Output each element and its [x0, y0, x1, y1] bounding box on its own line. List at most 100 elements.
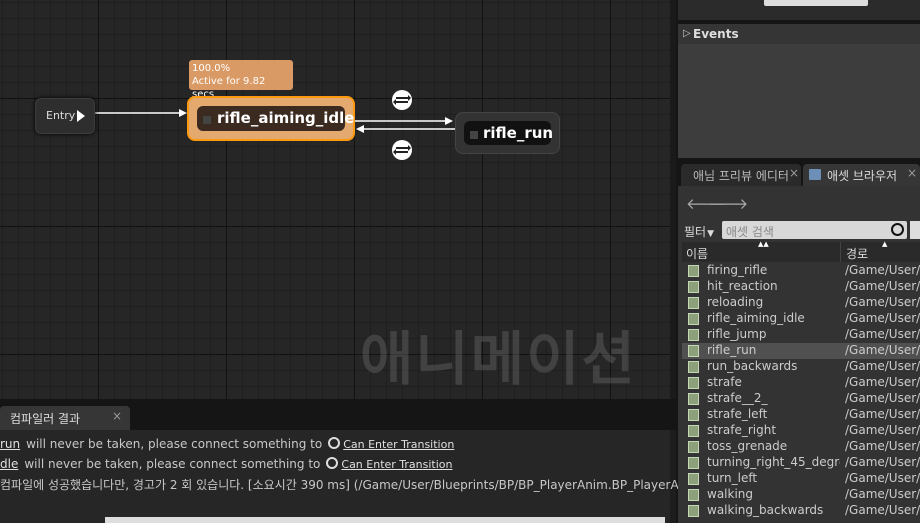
asset-name: strafe: [707, 375, 742, 389]
state-icon: [203, 116, 211, 124]
chevron-down-icon: ▼: [707, 229, 715, 239]
state-name: rifle_run: [483, 124, 554, 142]
animation-sequence-icon: [688, 409, 699, 421]
compiler-results-panel: 컴파일러 결과 × run will never be taken, please…: [0, 400, 706, 523]
asset-row[interactable]: turning_right_45_degrees/Game/User/B: [682, 455, 920, 471]
asset-path: /Game/User/B: [845, 439, 920, 453]
search-icon: [891, 223, 904, 236]
close-icon[interactable]: ×: [112, 409, 122, 423]
log-line: dle will never be taken, please connect s…: [0, 456, 453, 474]
asset-path: /Game/User/B: [845, 423, 920, 437]
expand-arrow-icon: ▷: [683, 28, 691, 39]
asset-path: /Game/User/B: [845, 295, 920, 309]
asset-search-input[interactable]: 애셋 검색: [722, 221, 907, 239]
tab-asset-browser[interactable]: 애셋 브라우저 ×: [803, 164, 920, 186]
asset-name: firing_rifle: [707, 263, 768, 277]
asset-name: strafe_right: [707, 423, 777, 437]
log-message: will never be taken, please connect some…: [26, 437, 323, 451]
asset-row[interactable]: reloading/Game/User/B: [682, 295, 920, 311]
anim-graph-canvas[interactable]: 애니메이션 Entry 100.0% Active for 9.82 secs …: [0, 0, 670, 399]
close-icon[interactable]: ×: [907, 166, 917, 180]
column-divider[interactable]: [840, 242, 841, 262]
state-node-rifle-run[interactable]: rifle_run: [455, 112, 560, 154]
animation-sequence-icon: [688, 441, 699, 453]
asset-row[interactable]: strafe/Game/User/B: [682, 375, 920, 391]
asset-path: /Game/User/B: [845, 263, 920, 277]
compiler-tab-bar: 컴파일러 결과 ×: [0, 400, 676, 430]
asset-row[interactable]: hit_reaction/Game/User/B: [682, 279, 920, 295]
state-node-body: rifle_run: [464, 121, 554, 145]
column-header-name[interactable]: 이름: [686, 245, 708, 262]
entry-wire-arrowhead: [179, 109, 187, 117]
asset-name: strafe_left: [707, 407, 768, 421]
asset-name: toss_grenade: [707, 439, 788, 453]
bidirectional-arrows-icon: [393, 91, 411, 109]
entry-output-pin-icon[interactable]: [77, 110, 85, 122]
column-header-path[interactable]: 경로: [846, 245, 868, 262]
user-filter-button[interactable]: [910, 221, 920, 239]
animation-sequence-icon: [688, 489, 699, 501]
asset-row[interactable]: strafe__2_ /Game/User/B: [682, 391, 920, 407]
can-enter-transition-link[interactable]: Can Enter Transition: [343, 438, 454, 451]
asset-row[interactable]: rifle_run/Game/User/B: [682, 343, 920, 359]
asset-row[interactable]: strafe_right/Game/User/B: [682, 423, 920, 439]
events-label: Events: [693, 27, 739, 41]
asset-path: /Game/User/B: [845, 455, 920, 469]
asset-row[interactable]: firing_rifle/Game/User/B: [682, 263, 920, 279]
asset-list: firing_rifle/Game/User/Bhit_reaction/Gam…: [682, 263, 920, 519]
asset-name: strafe__2_: [707, 391, 768, 405]
log-message: will never be taken, please connect some…: [24, 457, 321, 471]
asset-column-header: ▲▲ 이름 ▲ 경로: [682, 240, 920, 262]
events-section-header[interactable]: ▷ Events: [678, 24, 920, 44]
asset-row[interactable]: walking/Game/User/B: [682, 487, 920, 503]
state-node-rifle-aiming-idle[interactable]: rifle_aiming_idle: [187, 96, 355, 141]
asset-row[interactable]: toss_grenade/Game/User/B: [682, 439, 920, 455]
asset-name: walking: [707, 487, 754, 501]
asset-browser-icon: [809, 169, 821, 180]
transition-rule-icon[interactable]: [392, 90, 412, 110]
animation-sequence-icon: [688, 281, 699, 293]
log-node-ref[interactable]: run: [0, 437, 20, 451]
forward-arrow-icon[interactable]: 🡒: [708, 194, 748, 213]
asset-row[interactable]: strafe_left/Game/User/B: [682, 407, 920, 423]
asset-path: /Game/User/B: [845, 471, 920, 485]
events-section-body: [678, 44, 920, 158]
asset-path: /Game/User/B: [845, 327, 920, 341]
asset-path: /Game/User/B: [845, 503, 920, 517]
close-icon[interactable]: ×: [789, 166, 799, 180]
asset-row[interactable]: turn_left/Game/User/B: [682, 471, 920, 487]
search-icon: [326, 457, 339, 469]
log-line: run will never be taken, please connect s…: [0, 436, 454, 454]
filter-dropdown[interactable]: 필터▼: [684, 223, 714, 240]
asset-browser-panel: 🡐 🡒 필터▼ 애셋 검색 ▲▲ 이름 ▲ 경로 firing_rifle/Ga…: [678, 186, 920, 523]
animation-sequence-icon: [688, 425, 699, 437]
details-property-row: [678, 0, 920, 20]
horizontal-scrollbar[interactable]: [105, 517, 665, 523]
tab-anim-preview-editor[interactable]: 애님 프리뷰 에디터 ×: [681, 164, 801, 186]
log-node-ref[interactable]: dle: [0, 457, 18, 471]
asset-name: reloading: [707, 295, 764, 309]
asset-row[interactable]: run_backwards/Game/User/B: [682, 359, 920, 375]
asset-row[interactable]: rifle_jump/Game/User/B: [682, 327, 920, 343]
transition-rule-icon[interactable]: [392, 140, 412, 160]
tab-compiler-results[interactable]: 컴파일러 결과 ×: [0, 406, 130, 430]
animation-sequence-icon: [688, 297, 699, 309]
animation-sequence-icon: [688, 473, 699, 485]
can-enter-transition-link[interactable]: Can Enter Transition: [341, 458, 452, 471]
property-value-field[interactable]: [764, 0, 868, 6]
asset-row[interactable]: rifle_aiming_idle/Game/User/B: [682, 311, 920, 327]
asset-name: run_backwards: [707, 359, 798, 373]
transition-idle-to-run-arrowhead: [445, 117, 453, 125]
tab-label: 애님 프리뷰 에디터: [693, 169, 789, 183]
asset-path: /Game/User/B: [845, 279, 920, 293]
asset-row[interactable]: walking_backwards/Game/User/B: [682, 503, 920, 519]
transition-run-to-idle-arrowhead: [356, 125, 364, 133]
entry-label: Entry: [46, 109, 76, 122]
asset-tab-bar: 애님 프리뷰 에디터 × 애셋 브라우저 ×: [676, 160, 920, 186]
animation-sequence-icon: [688, 265, 699, 277]
entry-node[interactable]: Entry: [35, 98, 95, 134]
asset-name: rifle_aiming_idle: [707, 311, 805, 325]
asset-path: /Game/User/B: [845, 407, 920, 421]
bidirectional-arrows-icon: [393, 141, 411, 159]
asset-path: /Game/User/B: [845, 487, 920, 501]
